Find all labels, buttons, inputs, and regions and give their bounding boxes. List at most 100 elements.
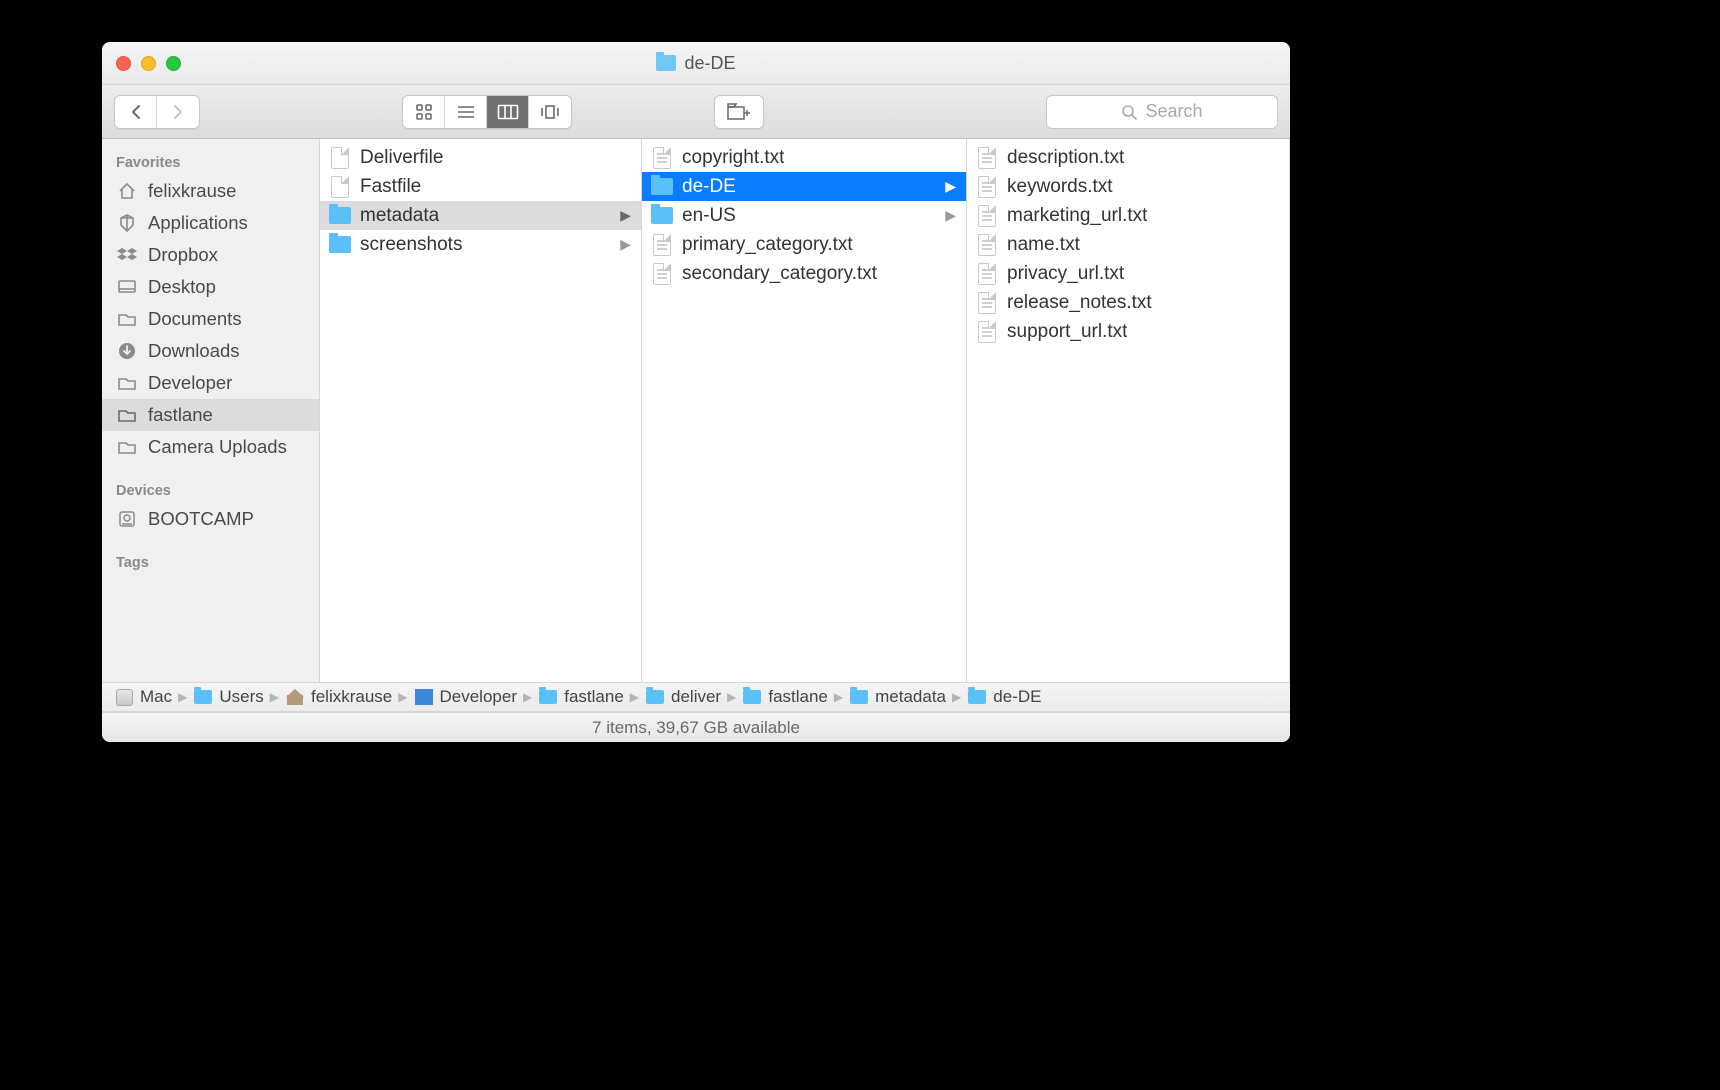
sidebar-item-home[interactable]: felixkrause xyxy=(102,175,319,207)
file-name: support_url.txt xyxy=(1007,321,1127,343)
sidebar-item-label: Developer xyxy=(148,372,232,394)
column-3: description.txt keywords.txt marketing_u… xyxy=(967,139,1290,682)
file-name: release_notes.txt xyxy=(1007,292,1152,314)
file-row[interactable]: marketing_url.txt xyxy=(967,201,1289,230)
search-placeholder: Search xyxy=(1145,101,1202,122)
folder-icon xyxy=(193,689,213,705)
sidebar-item-fastlane[interactable]: fastlane xyxy=(102,399,319,431)
chevron-right-icon: ▶ xyxy=(952,690,961,704)
folder-icon xyxy=(967,689,987,705)
chevron-right-icon: ▶ xyxy=(620,236,631,253)
sidebar-item-label: fastlane xyxy=(148,404,213,426)
file-row[interactable]: name.txt xyxy=(967,230,1289,259)
back-button[interactable] xyxy=(115,96,157,128)
sidebar-item-label: Camera Uploads xyxy=(148,436,287,458)
sidebar-item-desktop[interactable]: Desktop xyxy=(102,271,319,303)
sidebar-item-label: Documents xyxy=(148,308,242,330)
folder-row[interactable]: metadata ▶ xyxy=(320,201,641,230)
sidebar-item-label: Dropbox xyxy=(148,244,218,266)
path-crumb[interactable]: Users xyxy=(193,687,263,707)
file-name: name.txt xyxy=(1007,234,1080,256)
sidebar-item-documents[interactable]: Documents xyxy=(102,303,319,335)
folder-icon xyxy=(538,689,558,705)
action-menu-button[interactable] xyxy=(714,95,764,129)
file-row[interactable]: release_notes.txt xyxy=(967,288,1289,317)
chevron-right-icon: ▶ xyxy=(620,207,631,224)
text-file-icon xyxy=(975,263,999,285)
sidebar-item-downloads[interactable]: Downloads xyxy=(102,335,319,367)
text-file-icon xyxy=(975,176,999,198)
minimize-button[interactable] xyxy=(141,56,156,71)
folder-icon xyxy=(849,689,869,705)
file-icon xyxy=(328,176,352,198)
file-row[interactable]: Deliverfile xyxy=(320,143,641,172)
search-icon xyxy=(1121,104,1137,120)
file-name: description.txt xyxy=(1007,147,1124,169)
maximize-button[interactable] xyxy=(166,56,181,71)
list-view-button[interactable] xyxy=(445,96,487,128)
file-row[interactable]: privacy_url.txt xyxy=(967,259,1289,288)
path-crumb[interactable]: deliver xyxy=(645,687,721,707)
folder-icon xyxy=(650,176,674,198)
text-file-icon xyxy=(975,292,999,314)
file-icon xyxy=(328,147,352,169)
view-mode-buttons xyxy=(402,95,572,129)
sidebar-item-developer[interactable]: Developer xyxy=(102,367,319,399)
folder-icon xyxy=(650,205,674,227)
chevron-right-icon: ▶ xyxy=(178,690,187,704)
folder-icon xyxy=(328,205,352,227)
sidebar-item-label: Applications xyxy=(148,212,248,234)
path-crumb[interactable]: fastlane xyxy=(742,687,828,707)
text-file-icon xyxy=(975,234,999,256)
chevron-right-icon: ▶ xyxy=(727,690,736,704)
file-name: marketing_url.txt xyxy=(1007,205,1147,227)
text-file-icon xyxy=(975,147,999,169)
toolbar: Search xyxy=(102,85,1290,139)
path-bar: Mac ▶ Users ▶ felixkrause ▶ Developer ▶ … xyxy=(102,682,1290,712)
close-button[interactable] xyxy=(116,56,131,71)
sidebar-item-label: BOOTCAMP xyxy=(148,508,254,530)
path-crumb[interactable]: Developer xyxy=(414,687,518,707)
folder-icon xyxy=(656,55,676,71)
desktop-icon xyxy=(116,278,138,296)
folder-row[interactable]: en-US ▶ xyxy=(642,201,966,230)
path-crumb[interactable]: metadata xyxy=(849,687,946,707)
folder-name: de-DE xyxy=(682,176,736,198)
file-row[interactable]: secondary_category.txt xyxy=(642,259,966,288)
nav-buttons xyxy=(114,95,200,129)
path-crumb[interactable]: de-DE xyxy=(967,687,1041,707)
developer-icon xyxy=(414,689,434,705)
path-crumb[interactable]: fastlane xyxy=(538,687,624,707)
folder-row[interactable]: de-DE ▶ xyxy=(642,172,966,201)
chevron-right-icon: ▶ xyxy=(834,690,843,704)
folder-row[interactable]: screenshots ▶ xyxy=(320,230,641,259)
chevron-right-icon: ▶ xyxy=(945,207,956,224)
sidebar-item-dropbox[interactable]: Dropbox xyxy=(102,239,319,271)
text-file-icon xyxy=(975,205,999,227)
column-view-button[interactable] xyxy=(487,96,529,128)
folder-icon xyxy=(328,234,352,256)
sidebar-item-bootcamp[interactable]: BOOTCAMP xyxy=(102,503,319,535)
sidebar-item-camera-uploads[interactable]: Camera Uploads xyxy=(102,431,319,463)
window-title: de-DE xyxy=(684,53,735,74)
dropbox-icon xyxy=(116,246,138,264)
file-row[interactable]: Fastfile xyxy=(320,172,641,201)
file-row[interactable]: keywords.txt xyxy=(967,172,1289,201)
folder-name: metadata xyxy=(360,205,439,227)
file-row[interactable]: description.txt xyxy=(967,143,1289,172)
folder-icon xyxy=(742,689,762,705)
sidebar-section-header: Tags xyxy=(102,549,319,575)
file-row[interactable]: primary_category.txt xyxy=(642,230,966,259)
coverflow-view-button[interactable] xyxy=(529,96,571,128)
text-file-icon xyxy=(650,147,674,169)
sidebar-section-header: Favorites xyxy=(102,149,319,175)
search-field[interactable]: Search xyxy=(1046,95,1278,129)
icon-view-button[interactable] xyxy=(403,96,445,128)
file-row[interactable]: support_url.txt xyxy=(967,317,1289,346)
path-crumb[interactable]: felixkrause xyxy=(285,687,392,707)
folder-icon xyxy=(645,689,665,705)
sidebar-item-applications[interactable]: Applications xyxy=(102,207,319,239)
path-crumb[interactable]: Mac xyxy=(114,687,172,707)
forward-button[interactable] xyxy=(157,96,199,128)
file-row[interactable]: copyright.txt xyxy=(642,143,966,172)
